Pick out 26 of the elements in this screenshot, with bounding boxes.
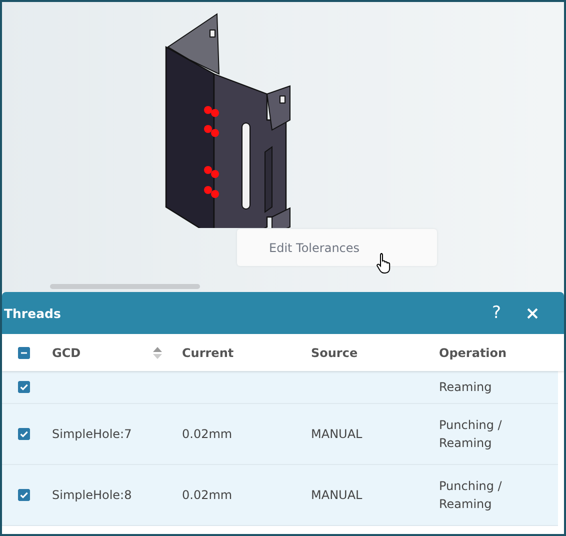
table-row[interactable]: SimpleHole:7 0.02mm MANUAL Punching / Reaming — [2, 404, 558, 465]
table-cell: MANUAL — [311, 427, 362, 441]
column-header[interactable]: Current — [182, 346, 234, 360]
table-cell: Punching / Reaming — [439, 418, 502, 450]
table-cell: MANUAL — [311, 488, 362, 502]
scrollbar[interactable] — [50, 284, 200, 289]
help-button[interactable]: ? — [488, 303, 505, 323]
menu-item[interactable]: Edit Tolerances — [237, 240, 437, 254]
column-header[interactable]: Operation — [439, 346, 507, 360]
table-cell: 0.02mm — [182, 488, 232, 502]
table-cell: Reaming — [439, 380, 492, 394]
checkbox[interactable] — [18, 428, 30, 440]
table-cell: 0.02mm — [182, 427, 232, 441]
table-cell: SimpleHole:8 — [52, 488, 132, 502]
column-header[interactable]: GCD — [52, 346, 81, 360]
checkbox[interactable] — [18, 381, 30, 393]
checkbox[interactable] — [18, 346, 30, 358]
table-cell: Punching / Reaming — [439, 479, 502, 511]
table-row[interactable]: Reaming — [2, 371, 558, 404]
table-cell: SimpleHole:7 — [52, 427, 132, 441]
table-row[interactable]: SimpleHole:8 0.02mm MANUAL Punching / Reaming — [2, 465, 558, 526]
sort-icon[interactable] — [153, 346, 162, 358]
panel-title: Threads — [4, 306, 62, 320]
checkbox[interactable] — [18, 489, 30, 501]
column-header[interactable]: Source — [311, 346, 358, 360]
close-icon[interactable] — [527, 308, 538, 318]
